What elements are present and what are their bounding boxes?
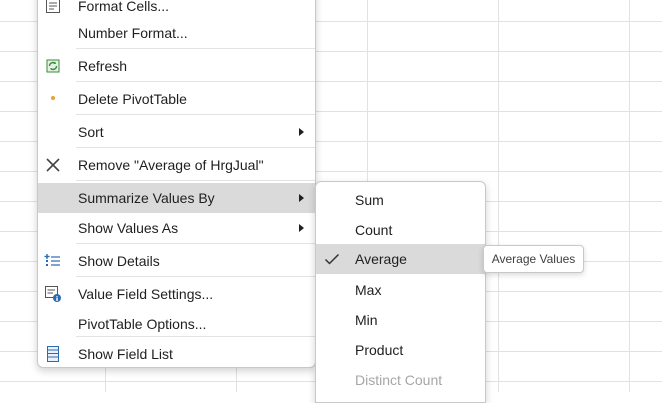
submenu-arrow-icon — [299, 194, 304, 202]
menu-separator — [76, 336, 315, 337]
menu-item-label: Show Details — [78, 253, 160, 269]
format-cells-icon — [43, 0, 63, 16]
menu-item-remove-field[interactable]: Remove "Average of HrgJual" — [38, 150, 315, 180]
submenu-item-max[interactable]: Max — [316, 275, 485, 305]
menu-item-value-field-settings[interactable]: Value Field Settings... — [38, 279, 315, 309]
submenu-item-product[interactable]: Product — [316, 335, 485, 365]
menu-item-number-format[interactable]: Number Format... — [38, 18, 315, 48]
value-field-settings-icon — [43, 284, 63, 304]
menu-item-label: Summarize Values By — [78, 190, 215, 206]
menu-separator — [76, 48, 315, 49]
menu-item-label: Format Cells... — [78, 0, 170, 14]
submenu-arrow-icon — [299, 128, 304, 136]
menu-item-sort[interactable]: Sort — [38, 117, 315, 147]
menu-item-label: Show Values As — [78, 220, 179, 236]
submenu-arrow-icon — [299, 224, 304, 232]
menu-item-show-values-as[interactable]: Show Values As — [38, 213, 315, 243]
submenu-item-label: Product — [355, 342, 404, 358]
context-menu: Format Cells... Number Format... Refresh… — [37, 0, 316, 368]
menu-item-summarize-values-by[interactable]: Summarize Values By — [38, 183, 315, 213]
grid-col-line — [498, 0, 499, 392]
submenu-item-count[interactable]: Count — [316, 215, 485, 245]
menu-separator — [76, 147, 315, 148]
menu-item-label: Refresh — [78, 58, 128, 74]
checkmark-icon — [324, 251, 340, 270]
menu-item-refresh[interactable]: Refresh — [38, 51, 315, 81]
menu-item-label: Sort — [78, 124, 104, 140]
menu-separator — [76, 276, 315, 277]
submenu-item-label: Count — [355, 222, 393, 238]
submenu-item-distinct-count: Distinct Count — [316, 365, 485, 395]
submenu-item-label: Max — [355, 282, 382, 298]
summarize-values-submenu: Sum Count Average Max Min Product Distin… — [315, 181, 486, 403]
menu-separator — [76, 180, 315, 181]
menu-separator — [76, 243, 315, 244]
menu-item-label: Number Format... — [78, 25, 188, 41]
submenu-item-label: Average — [355, 251, 407, 267]
menu-separator — [76, 114, 315, 115]
menu-item-label: Show Field List — [78, 346, 173, 362]
submenu-item-label: Distinct Count — [355, 372, 443, 388]
refresh-icon — [43, 56, 63, 76]
show-details-icon — [43, 251, 63, 271]
submenu-item-label: Sum — [355, 192, 384, 208]
submenu-item-min[interactable]: Min — [316, 305, 485, 335]
menu-item-delete-pivottable[interactable]: Delete PivotTable — [38, 84, 315, 114]
tooltip: Average Values — [483, 245, 584, 273]
submenu-item-average[interactable]: Average — [316, 244, 485, 274]
menu-item-pivottable-options[interactable]: PivotTable Options... — [38, 309, 315, 339]
submenu-item-label: Min — [355, 312, 378, 328]
grid-col-line — [629, 0, 630, 392]
delete-dot-icon — [43, 89, 63, 109]
menu-item-label: PivotTable Options... — [78, 316, 207, 332]
field-list-icon — [43, 344, 63, 364]
menu-separator — [76, 81, 315, 82]
submenu-item-sum[interactable]: Sum — [316, 185, 485, 215]
menu-item-label: Delete PivotTable — [78, 91, 187, 107]
menu-item-show-details[interactable]: Show Details — [38, 246, 315, 276]
menu-item-label: Remove "Average of HrgJual" — [78, 157, 264, 173]
remove-x-icon — [43, 155, 63, 175]
menu-item-show-field-list[interactable]: Show Field List — [38, 339, 315, 369]
menu-item-label: Value Field Settings... — [78, 286, 214, 302]
